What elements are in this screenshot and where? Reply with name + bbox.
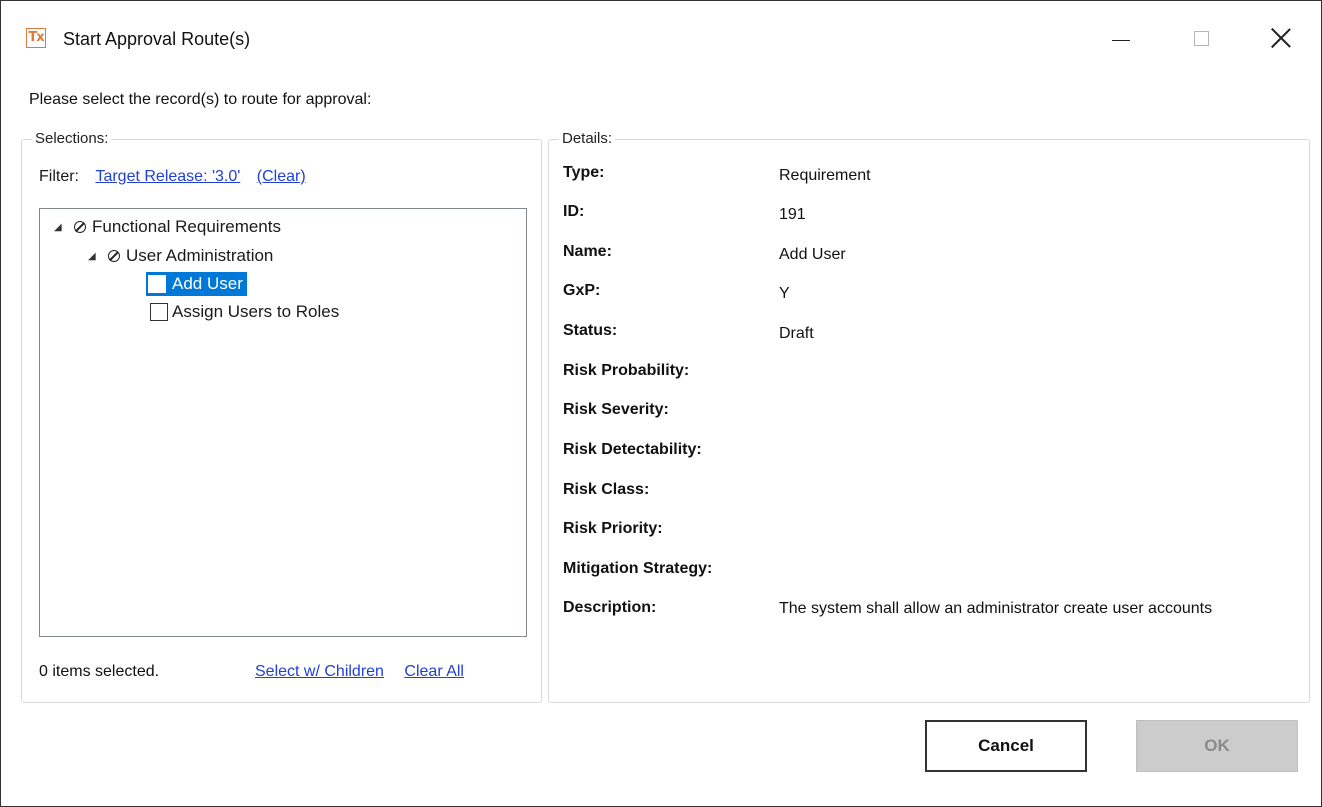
tree-node-checkbox[interactable]	[150, 303, 168, 321]
record-tree[interactable]: ◢ Functional Requirements ◢ User Adminis…	[39, 208, 527, 637]
detail-label: Name:	[563, 243, 612, 260]
filter-row: Filter: Target Release: '3.0' (Clear)	[39, 168, 306, 186]
detail-label: Risk Severity:	[563, 401, 669, 418]
window-title: Start Approval Route(s)	[63, 29, 251, 49]
selected-highlight: Add User	[146, 272, 247, 296]
detail-label: Risk Priority:	[563, 520, 663, 537]
close-button[interactable]	[1253, 17, 1309, 59]
instruction-text: Please select the record(s) to route for…	[29, 91, 372, 108]
detail-label: Risk Class:	[563, 481, 650, 498]
selections-legend: Selections:	[32, 129, 112, 149]
filter-clear-link[interactable]: (Clear)	[257, 168, 306, 185]
detail-value: 191	[779, 206, 806, 223]
clear-all-link[interactable]: Clear All	[404, 663, 464, 680]
selections-group: Selections: Filter: Target Release: '3.0…	[21, 129, 542, 703]
filter-value-link[interactable]: Target Release: '3.0'	[95, 168, 240, 185]
tree-node-label: Add User	[172, 274, 243, 293]
tree-node-label: Assign Users to Roles	[172, 302, 340, 321]
minimize-button[interactable]	[1093, 17, 1149, 59]
minimize-icon	[1112, 39, 1130, 41]
detail-label: Description:	[563, 599, 657, 616]
maximize-button[interactable]	[1173, 17, 1229, 59]
app-logo-icon: Tx	[26, 28, 46, 48]
selection-links: Select w/ Children Clear All	[255, 663, 464, 681]
detail-value: Requirement	[779, 167, 871, 184]
expand-triangle-icon[interactable]: ◢	[88, 251, 98, 262]
details-group: Details: Type: Requirement ID: 191 Name:…	[548, 129, 1310, 703]
filter-label: Filter:	[39, 168, 79, 185]
tree-node-add-user[interactable]: Add User	[146, 271, 247, 297]
no-entry-icon	[74, 221, 86, 233]
cancel-button[interactable]: Cancel	[925, 720, 1087, 772]
detail-value: Y	[779, 285, 790, 302]
tree-node-label: User Administration	[126, 246, 274, 265]
detail-label: GxP:	[563, 282, 601, 299]
detail-label: ID:	[563, 203, 585, 220]
detail-label: Risk Probability:	[563, 362, 690, 379]
expand-triangle-icon[interactable]: ◢	[54, 222, 64, 233]
tree-node-assign-users-to-roles[interactable]: Assign Users to Roles	[150, 299, 339, 325]
tree-node-functional-requirements[interactable]: ◢ Functional Requirements	[54, 214, 281, 240]
detail-label: Risk Detectability:	[563, 441, 702, 458]
no-entry-icon	[108, 250, 120, 262]
detail-label: Status:	[563, 322, 618, 339]
detail-label: Type:	[563, 164, 605, 181]
title-bar: Tx Start Approval Route(s)	[1, 1, 1321, 77]
ok-button[interactable]: OK	[1136, 720, 1298, 772]
tree-node-label: Functional Requirements	[92, 217, 281, 236]
dialog-window: Tx Start Approval Route(s) Please select…	[0, 0, 1322, 807]
close-icon	[1271, 28, 1291, 48]
tree-node-checkbox[interactable]	[148, 275, 166, 293]
detail-value: Add User	[779, 246, 846, 263]
selection-count: 0 items selected.	[39, 663, 160, 680]
maximize-icon	[1193, 30, 1209, 46]
select-with-children-link[interactable]: Select w/ Children	[255, 663, 384, 680]
detail-value: Draft	[779, 325, 814, 342]
detail-value: The system shall allow an administrator …	[779, 600, 1213, 617]
details-legend: Details:	[559, 129, 616, 149]
tree-node-user-administration[interactable]: ◢ User Administration	[88, 243, 273, 269]
detail-label: Mitigation Strategy:	[563, 560, 713, 577]
